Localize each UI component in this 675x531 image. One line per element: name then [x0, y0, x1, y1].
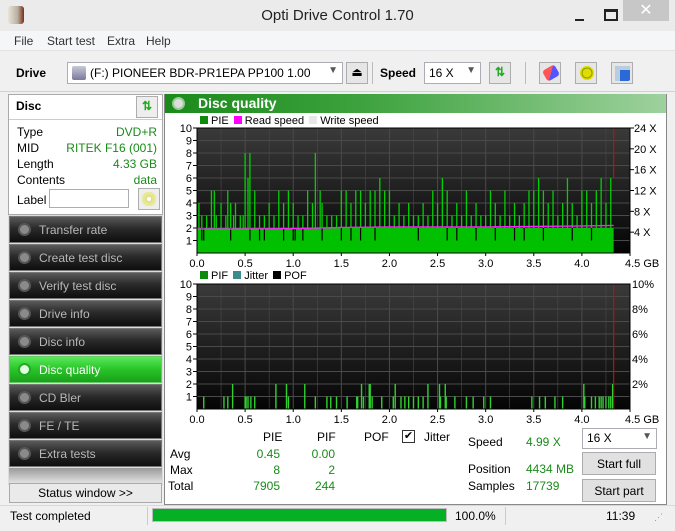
y2-tick-label: 8 X — [634, 206, 651, 218]
x-tick-label: 0.0 — [189, 414, 204, 426]
stats-col-pie: PIE — [263, 430, 283, 444]
start-part-button[interactable]: Start part — [582, 479, 656, 502]
jitter-label: Jitter — [424, 430, 451, 444]
check-icon: ✔ — [403, 430, 414, 442]
y-tick-label: 4 — [186, 198, 192, 210]
pif-chart: 2% 4% 6% 8% 10% 12345678910 0.0 0.5 1.0 1.5 2.0 2.5… — [180, 279, 660, 426]
x-tick-label: 3.0 — [478, 258, 493, 270]
y-tick-label: 5 — [186, 186, 192, 198]
y2-tick-label: 10% — [632, 279, 654, 291]
progress-bar — [152, 508, 447, 522]
x-tick-label: 4.0 — [574, 258, 589, 270]
charts-svg: 4 X8 X12 X16 X20 X24 X123456789100.0 0.5 1… — [180, 123, 660, 426]
stats-max-pie: 8 — [273, 463, 280, 477]
y-tick-label: 2 — [186, 223, 192, 235]
samples-value: 17739 — [526, 479, 560, 493]
x-tick-label: 3.5 — [526, 258, 541, 270]
x-tick-label: 0.5 — [237, 258, 252, 270]
stats-total-pif: 244 — [314, 479, 335, 493]
elapsed-time: 11:39 — [606, 509, 636, 523]
stats-avg-pie: 0.45 — [256, 447, 280, 461]
stats-col-pif: PIF — [317, 430, 336, 444]
stats-row-avg-label: Avg — [170, 447, 191, 461]
y-tick-label: 6 — [186, 173, 192, 185]
y-tick-label: 8 — [186, 304, 192, 316]
x-tick-label: 0.5 — [237, 414, 252, 426]
speed-value: 4.99 X — [526, 435, 561, 449]
divider — [505, 507, 506, 525]
y-tick-label: 7 — [186, 317, 192, 329]
stats-row-total-label: Total — [168, 479, 194, 493]
test-speed-select[interactable]: 16 X ▼ — [582, 428, 657, 449]
y-tick-label: 9 — [186, 136, 192, 148]
x-tick-label: 4.5 GB — [625, 258, 659, 270]
y-tick-label: 1 — [186, 236, 192, 248]
y-tick-label: 10 — [180, 279, 192, 291]
stats-avg-pif: 0.00 — [311, 447, 335, 461]
y-tick-label: 5 — [186, 342, 192, 354]
stats-max-pif: 2 — [328, 463, 335, 477]
x-tick-label: 4.5 GB — [625, 414, 659, 426]
start-full-button[interactable]: Start full — [582, 452, 656, 475]
y2-tick-label: 16 X — [634, 165, 657, 177]
y-tick-label: 3 — [186, 211, 192, 223]
pie-chart: 4 X 8 X 12 X 16 X 20 X 24 X 12345678910 0.0 0.5 1… — [180, 123, 660, 270]
progress-text: 100.0% — [455, 509, 496, 523]
test-speed-value: 16 X — [587, 431, 612, 445]
position-value: 4434 MB — [526, 462, 575, 476]
resize-grip-icon[interactable]: ⋰ — [654, 512, 663, 523]
x-tick-label: 1.5 — [334, 258, 349, 270]
divider — [147, 507, 148, 525]
y2-tick-label: 4% — [632, 354, 648, 366]
x-tick-label: 1.0 — [286, 258, 301, 270]
y-tick-label: 10 — [180, 123, 192, 135]
x-tick-label: 1.0 — [286, 414, 301, 426]
y2-tick-label: 20 X — [634, 144, 657, 156]
status-text: Test completed — [10, 509, 91, 523]
stats-total-pie: 7905 — [253, 479, 280, 493]
y2-tick-label: 12 X — [634, 186, 657, 198]
samples-label: Samples — [468, 479, 515, 493]
y2-tick-label: 24 X — [634, 123, 657, 135]
speed-label: Speed — [468, 435, 503, 449]
x-tick-label: 2.0 — [382, 258, 397, 270]
y-tick-label: 1 — [186, 392, 192, 404]
y-tick-label: 2 — [186, 379, 192, 391]
y2-tick-label: 8% — [632, 304, 648, 316]
x-tick-label: 3.0 — [478, 414, 493, 426]
y-tick-label: 6 — [186, 329, 192, 341]
y2-tick-label: 2% — [632, 379, 648, 391]
progress-fill — [153, 509, 446, 521]
x-tick-label: 1.5 — [334, 414, 349, 426]
stats-row-max-label: Max — [170, 463, 193, 477]
x-tick-label: 3.5 — [526, 414, 541, 426]
position-label: Position — [468, 462, 511, 476]
y2-tick-label: 4 X — [634, 227, 651, 239]
x-tick-label: 2.5 — [430, 414, 445, 426]
y-tick-label: 3 — [186, 367, 192, 379]
y-tick-label: 7 — [186, 161, 192, 173]
x-tick-label: 0.0 — [189, 258, 204, 270]
y-tick-label: 8 — [186, 148, 192, 160]
y-tick-label: 4 — [186, 354, 192, 366]
x-tick-label: 2.0 — [382, 414, 397, 426]
y-tick-label: 9 — [186, 292, 192, 304]
stats-col-pof: POF — [364, 430, 389, 444]
jitter-checkbox[interactable]: ✔ — [402, 430, 415, 443]
x-tick-label: 2.5 — [430, 258, 445, 270]
y2-tick-label: 6% — [632, 329, 648, 341]
x-tick-label: 4.0 — [574, 414, 589, 426]
chevron-down-icon: ▼ — [642, 431, 652, 442]
